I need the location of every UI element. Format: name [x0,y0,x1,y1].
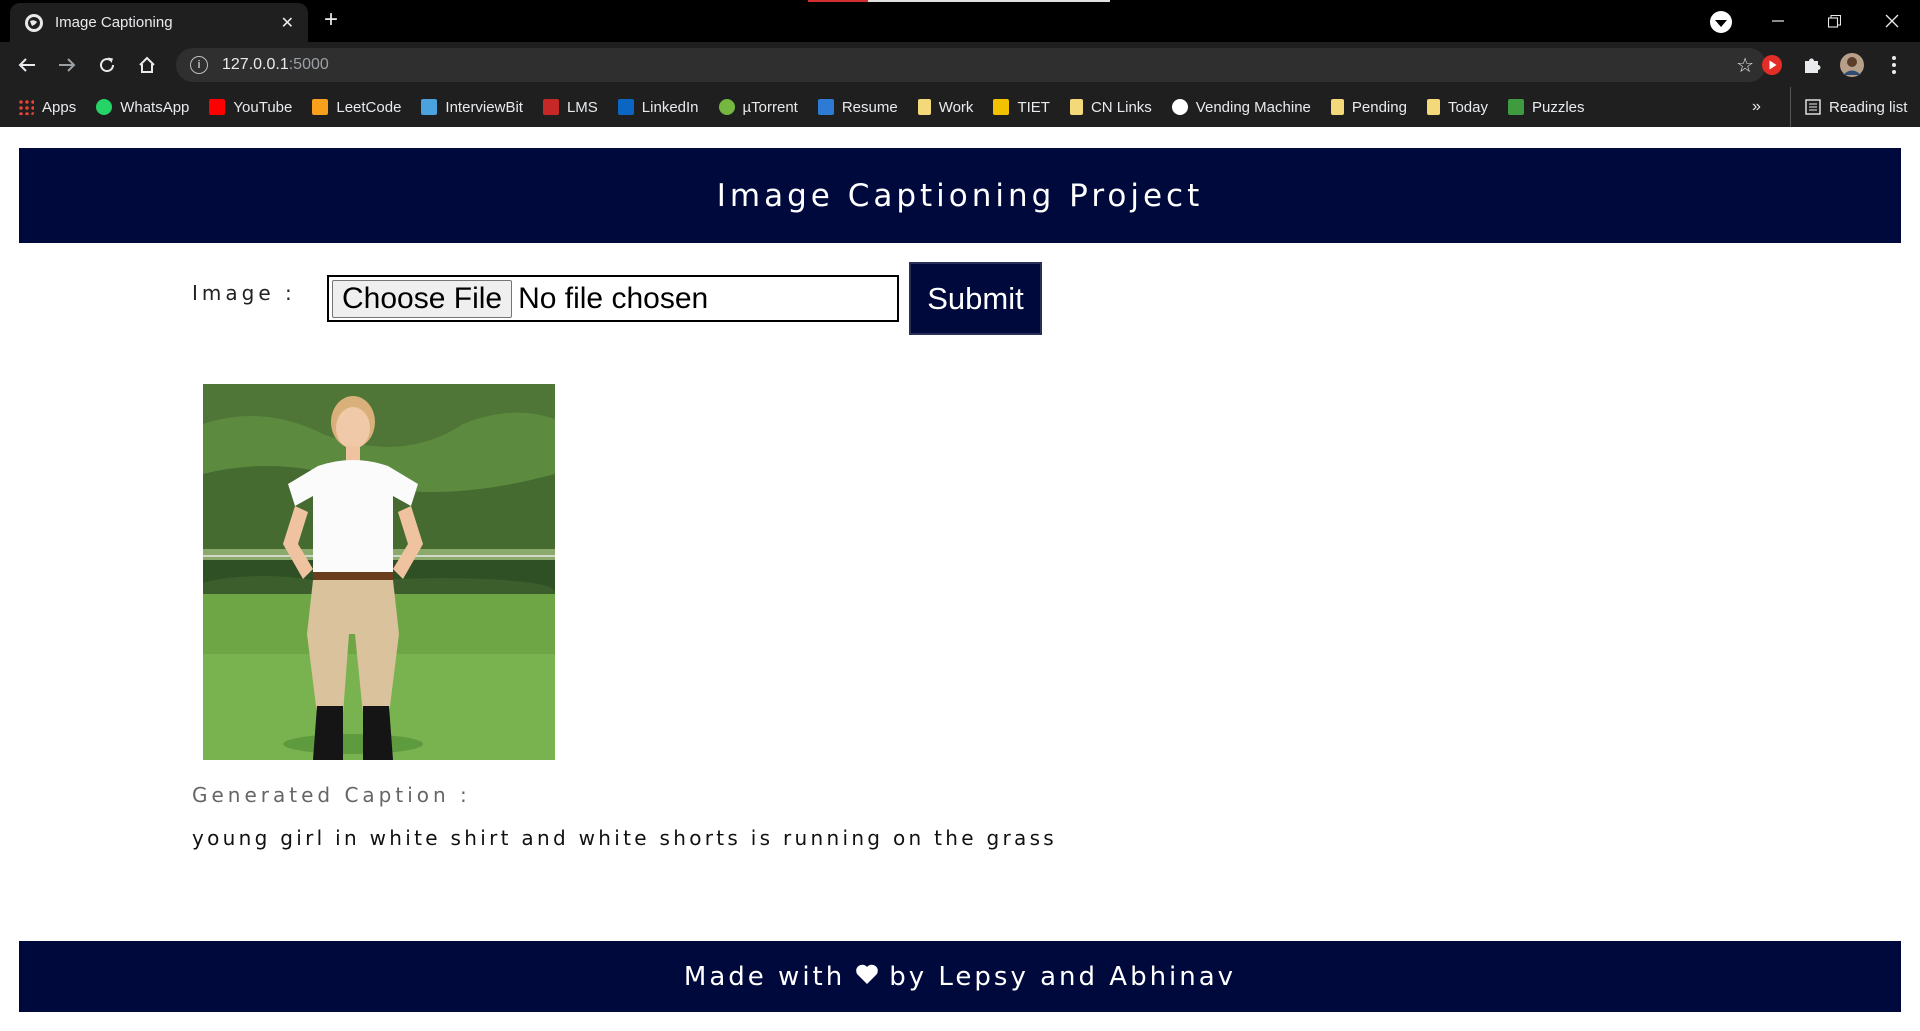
url-host: 127.0.0.1 [222,56,289,73]
address-bar[interactable]: i 127.0.0.1:5000 ☆ [176,48,1766,82]
browser-toolbar: i 127.0.0.1:5000 ☆ [0,42,1920,87]
bookmark-label: TIET [1017,98,1050,116]
bookmark-apps[interactable]: Apps [0,92,86,122]
browser-menu-icon[interactable] [1881,52,1907,78]
bookmark-label: Today [1447,98,1488,116]
puzzles-icon [1507,99,1524,115]
bookmark-label: Resume [841,98,898,116]
bookmark-interviewbit[interactable]: InterviewBit [411,92,533,122]
reading-list-label: Reading list [1829,98,1908,116]
page-viewport: Image Captioning Project Image : Choose … [0,127,1920,1031]
reading-list-icon [1805,99,1821,115]
bookmark-label: WhatsApp [120,98,190,116]
bookmark-tiet[interactable]: TIET [983,92,1060,122]
choose-file-button[interactable]: Choose File [332,279,513,318]
bookmark-star-icon[interactable]: ☆ [1736,53,1754,78]
bookmark-lms[interactable]: LMS [533,92,608,122]
lms-icon [542,99,559,115]
site-info-icon[interactable]: i [190,56,208,74]
forward-arrow-icon[interactable] [49,42,85,87]
bookmark-label: LinkedIn [641,98,699,116]
bookmark-label: LMS [566,98,598,116]
caption-label: Generated Caption : [192,783,471,807]
bookmark-label: LeetCode [336,98,402,116]
bookmark-pending[interactable]: Pending [1321,92,1417,122]
bookmark-youtube[interactable]: YouTube [199,92,302,122]
new-tab-button[interactable]: + [324,8,338,32]
tab-title: Image Captioning [55,14,173,31]
restore-button[interactable] [1806,0,1863,42]
page-footer: Made with by Lepsy and Abhinav [19,941,1901,1012]
interviewbit-icon [421,99,438,115]
uploaded-photo [203,384,555,760]
back-arrow-icon[interactable] [9,42,45,87]
bookmark-label: µTorrent [742,98,798,116]
generated-caption: young girl in white shirt and white shor… [192,826,1058,850]
footer-text-before: Made with [683,961,846,992]
resume-icon [817,99,834,115]
file-status-text: No file chosen [518,281,709,315]
bookmark-whatsapp[interactable]: WhatsApp [86,92,199,122]
folder-icon [1426,99,1440,115]
bookmark-work[interactable]: Work [908,92,984,122]
profile-avatar[interactable] [1839,52,1865,78]
heart-icon [855,962,879,992]
page-title: Image Captioning Project [716,177,1204,214]
bookmark-label: YouTube [233,98,293,116]
bookmark-label: Vending Machine [1195,98,1311,116]
bookmark-label: CN Links [1090,98,1152,116]
bookmark-label: Pending [1351,98,1407,116]
bookmark-label: Puzzles [1531,98,1585,116]
utorrent-icon [718,99,735,115]
bookmarks-overflow-button[interactable]: » [1752,87,1761,127]
bookmark-vending-machine[interactable]: Vending Machine [1162,92,1321,122]
youtube-icon [209,99,226,115]
media-indicator-red [808,0,868,2]
video-extension-icon[interactable] [1759,52,1785,78]
extensions-puzzle-icon[interactable] [1799,52,1825,78]
submit-button[interactable]: Submit [909,262,1042,335]
tiet-icon [993,99,1010,115]
bookmark-resume[interactable]: Resume [808,92,908,122]
close-window-button[interactable] [1863,0,1920,42]
bookmark-label: Apps [42,98,77,116]
tab-close-icon[interactable]: ✕ [281,13,294,33]
linkedin-icon [617,99,634,115]
bookmark-label: Work [938,98,974,116]
bookmark-puzzles[interactable]: Puzzles [1498,92,1595,122]
bookmarks-bar: Apps WhatsApp YouTube LeetCode InterviewBit L… [0,87,1920,127]
bookmark-cn-links[interactable]: CN Links [1060,92,1162,122]
leetcode-icon [312,99,329,115]
page-header: Image Captioning Project [19,148,1901,243]
active-tab[interactable]: Image Captioning ✕ [10,3,308,42]
browser-tab-strip: Image Captioning ✕ + [0,0,1920,42]
whatsapp-icon [96,99,113,115]
bookmark-label: InterviewBit [445,98,523,116]
bookmark-leetcode[interactable]: LeetCode [302,92,411,122]
medium-icon [1171,99,1188,115]
home-icon[interactable] [129,42,165,87]
bookmark-linkedin[interactable]: LinkedIn [608,92,709,122]
folder-icon [1330,99,1344,115]
media-indicator-light [868,0,1110,2]
folder-icon [917,99,931,115]
file-upload-input[interactable]: Choose File No file chosen [327,275,899,322]
reading-list-button[interactable]: Reading list [1790,87,1907,127]
url-port: :5000 [288,56,329,73]
image-field-label: Image : [192,281,296,305]
bookmark-today[interactable]: Today [1417,92,1498,122]
bookmark--torrent[interactable]: µTorrent [709,92,808,122]
folder-icon [1069,99,1083,115]
footer-text-after: by Lepsy and Abhinav [889,961,1237,992]
minimize-button[interactable] [1749,0,1806,42]
apps-grid-icon [18,99,34,115]
reload-icon[interactable] [89,42,125,87]
tab-search-icon[interactable] [1710,11,1732,33]
globe-icon [25,13,43,32]
